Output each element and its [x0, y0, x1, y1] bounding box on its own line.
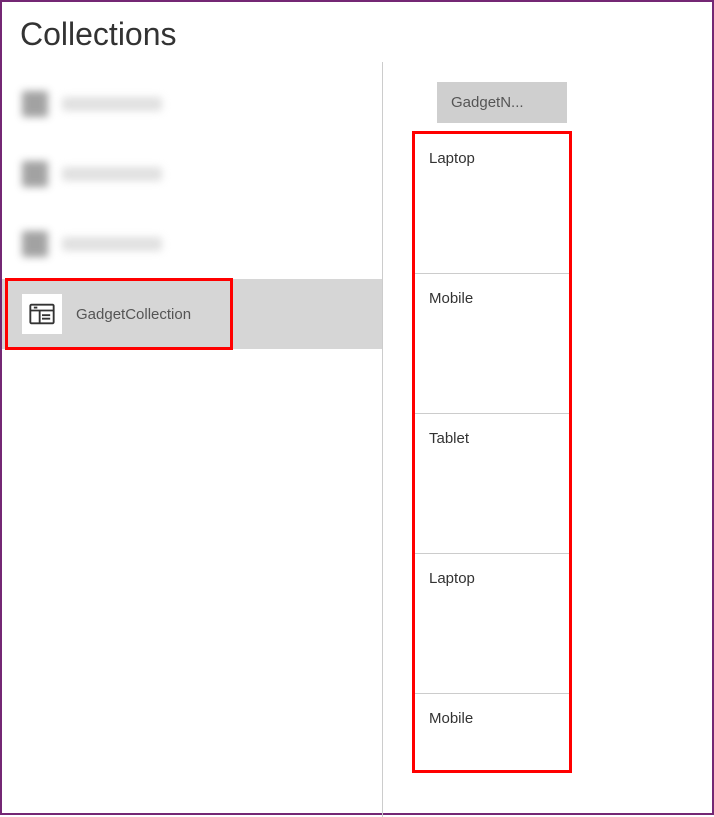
data-cell[interactable]: Mobile: [415, 694, 569, 770]
collection-icon: [22, 161, 48, 187]
page-title: Collections: [2, 2, 712, 69]
data-cell[interactable]: Laptop: [415, 554, 569, 694]
collection-label: [62, 97, 162, 111]
panel-divider: [382, 62, 383, 817]
data-cell[interactable]: Mobile: [415, 274, 569, 414]
data-cell[interactable]: Laptop: [415, 134, 569, 274]
collection-item[interactable]: [2, 69, 382, 139]
collection-item[interactable]: [2, 209, 382, 279]
collection-item[interactable]: [2, 139, 382, 209]
collection-icon: [22, 91, 48, 117]
collection-icon: [22, 231, 48, 257]
collections-list: GadgetCollection: [2, 69, 382, 810]
collection-label: [62, 237, 162, 251]
main-area: GadgetCollection GadgetN... Laptop Mobil…: [2, 69, 712, 810]
data-preview: GadgetN... Laptop Mobile Tablet Laptop M…: [412, 82, 577, 773]
data-grid: Laptop Mobile Tablet Laptop Mobile: [412, 131, 572, 773]
data-cell[interactable]: Tablet: [415, 414, 569, 554]
collection-label: [62, 167, 162, 181]
collection-label: GadgetCollection: [76, 306, 191, 323]
column-header[interactable]: GadgetN...: [437, 82, 567, 123]
collection-item-gadget[interactable]: GadgetCollection: [2, 279, 382, 349]
collection-icon: [22, 294, 62, 334]
